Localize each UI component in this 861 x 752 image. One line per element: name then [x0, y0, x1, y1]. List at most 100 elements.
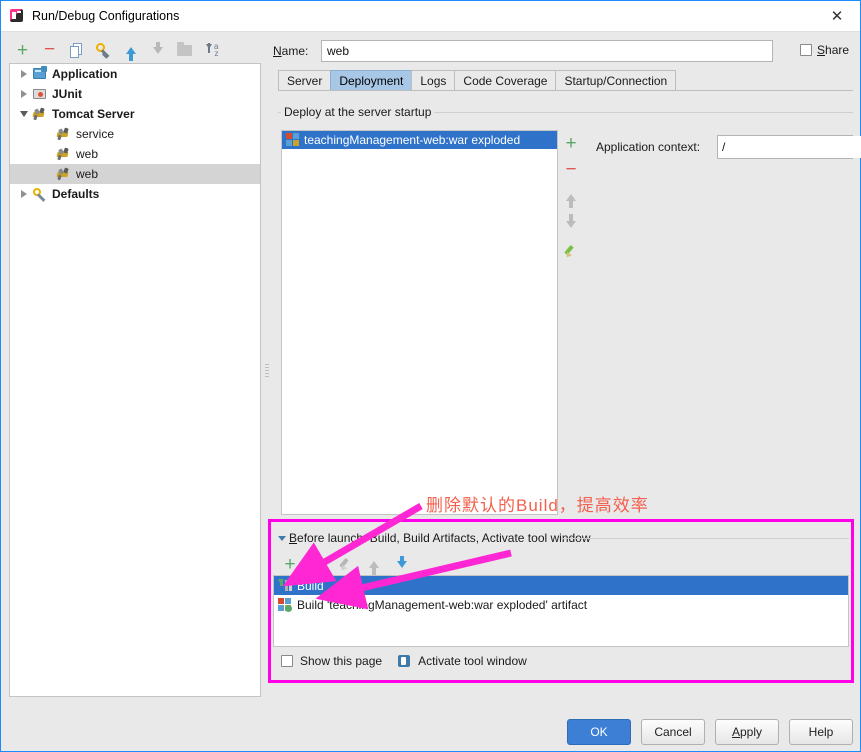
add-task-button[interactable]: +: [281, 554, 299, 574]
show-this-page-label: Show this page: [300, 654, 383, 668]
move-down-button[interactable]: [144, 39, 171, 61]
edit-task-button[interactable]: [337, 554, 355, 574]
splitter-handle[interactable]: [264, 359, 270, 381]
application-context-label: Application context:: [596, 140, 701, 154]
tab-startup-connection[interactable]: Startup/Connection: [555, 70, 677, 91]
name-input[interactable]: [321, 40, 773, 62]
edit-artifact-button[interactable]: [561, 241, 581, 261]
tree-item-tomcat-server-2[interactable]: Tomcat Server: [10, 104, 260, 124]
annotation-text: 删除默认的Build，提高效率: [426, 496, 649, 515]
share-checkbox-box[interactable]: [800, 44, 812, 56]
arrow-up-icon: [369, 560, 379, 575]
arrow-up-icon: [125, 46, 136, 61]
tab-underline: [278, 90, 853, 91]
title-bar: Run/Debug Configurations ✕: [1, 1, 860, 32]
tab-server[interactable]: Server: [278, 70, 332, 91]
arrow-down-icon: [152, 41, 163, 54]
tab-code-coverage[interactable]: Code Coverage: [454, 70, 557, 91]
tree-item-label: Application: [52, 67, 118, 81]
run-debug-configurations-dialog: Run/Debug Configurations ✕ + − az Applic…: [0, 0, 861, 752]
pencil-icon: [564, 244, 578, 260]
add-configuration-button[interactable]: +: [9, 39, 36, 61]
deploy-group-label: Deploy at the server startup: [281, 105, 435, 119]
move-up-button[interactable]: [117, 39, 144, 61]
tree-item-web-4[interactable]: web: [10, 144, 260, 164]
tree-item-label: JUnit: [52, 87, 82, 101]
deployment-artifact-list[interactable]: teachingManagement-web:war exploded: [281, 130, 558, 515]
configurations-tree[interactable]: Application JUnit Tomcat Server service web w…: [9, 63, 261, 697]
move-artifact-up-button[interactable]: [561, 187, 581, 208]
window-title: Run/Debug Configurations: [32, 9, 180, 23]
cancel-button[interactable]: Cancel: [641, 719, 705, 745]
application-context-input[interactable]: [718, 136, 861, 158]
chevron-down-icon[interactable]: [16, 111, 32, 117]
tool-window-icon: [397, 654, 411, 668]
configuration-tabs[interactable]: Server Deployment Logs Code Coverage Startup…: [278, 70, 677, 91]
remove-artifact-button[interactable]: −: [561, 160, 581, 180]
tomcat-icon: [56, 126, 72, 142]
show-this-page-checkbox[interactable]: [281, 655, 293, 667]
ok-button[interactable]: OK: [567, 719, 631, 745]
chevron-right-icon[interactable]: [16, 70, 32, 78]
arrow-down-icon: [566, 220, 576, 228]
tree-item-label: web: [76, 147, 99, 161]
tree-item-label: Defaults: [52, 187, 100, 201]
deployment-artifact-label: teachingManagement-web:war exploded: [304, 133, 521, 147]
artifact-icon: [286, 133, 300, 147]
sort-az-icon: az: [205, 42, 219, 58]
before-launch-task-row[interactable]: Build: [274, 576, 848, 595]
before-launch-task-list[interactable]: Build Build 'teachingManagement-web:war e…: [273, 575, 849, 647]
remove-configuration-button[interactable]: −: [36, 39, 63, 61]
move-task-down-button[interactable]: [393, 554, 411, 574]
intellij-idea-icon: [9, 8, 25, 24]
name-label: Name:: [273, 44, 309, 58]
application-icon: [32, 66, 48, 82]
build-icon: [278, 578, 292, 593]
tab-logs[interactable]: Logs: [411, 70, 456, 91]
before-launch-label: Before launch: Build, Build Artifacts, A…: [289, 531, 595, 545]
defaults-wrench-icon: [32, 186, 48, 202]
tomcat-icon: [56, 166, 72, 182]
tree-item-label: service: [76, 127, 115, 141]
tree-item-label: Tomcat Server: [52, 107, 135, 121]
tree-item-service-3[interactable]: service: [10, 124, 260, 144]
tree-item-defaults-6[interactable]: Defaults: [10, 184, 260, 204]
new-folder-button[interactable]: [171, 39, 198, 61]
tomcat-icon: [56, 146, 72, 162]
apply-button[interactable]: Apply: [715, 719, 779, 745]
artifact-build-icon: [278, 597, 292, 612]
move-task-up-button[interactable]: [365, 554, 383, 575]
edit-defaults-button[interactable]: [90, 39, 117, 61]
junit-icon: [32, 86, 48, 102]
chevron-right-icon[interactable]: [16, 190, 32, 198]
move-artifact-down-button[interactable]: [561, 214, 581, 234]
chevron-right-icon[interactable]: [16, 90, 32, 98]
deployment-toolbar: + −: [559, 130, 583, 515]
before-launch-task-label: Build 'teachingManagement-web:war explod…: [297, 597, 588, 612]
pencil-icon: [339, 557, 353, 573]
before-launch-options: Show this page Activate tool window: [281, 654, 527, 668]
sort-alphabetically-button[interactable]: az: [198, 39, 225, 61]
configurations-toolbar: + − az: [9, 38, 259, 62]
before-launch-expander-icon[interactable]: [278, 536, 286, 541]
close-icon[interactable]: ✕: [814, 1, 860, 31]
add-artifact-button[interactable]: +: [561, 133, 581, 153]
folder-icon: [177, 41, 192, 56]
share-checkbox[interactable]: Share: [800, 43, 849, 57]
tomcat-icon: [32, 106, 48, 122]
tree-item-application-0[interactable]: Application: [10, 64, 260, 84]
before-launch-task-row[interactable]: Build 'teachingManagement-web:war explod…: [274, 595, 848, 614]
copy-configuration-button[interactable]: [63, 39, 90, 61]
help-button[interactable]: Help: [789, 719, 853, 745]
tree-item-label: web: [76, 167, 99, 181]
wrench-icon: [96, 42, 111, 59]
tree-item-junit-1[interactable]: JUnit: [10, 84, 260, 104]
application-context-combo[interactable]: [717, 135, 861, 159]
arrow-up-icon: [566, 193, 576, 208]
remove-task-button[interactable]: −: [309, 554, 327, 574]
tab-deployment[interactable]: Deployment: [330, 70, 413, 91]
tree-item-web-5[interactable]: web: [10, 164, 260, 184]
deployment-artifact-row[interactable]: teachingManagement-web:war exploded: [282, 131, 557, 149]
share-label: Share: [817, 43, 850, 57]
activate-tool-window-label: Activate tool window: [418, 654, 527, 668]
